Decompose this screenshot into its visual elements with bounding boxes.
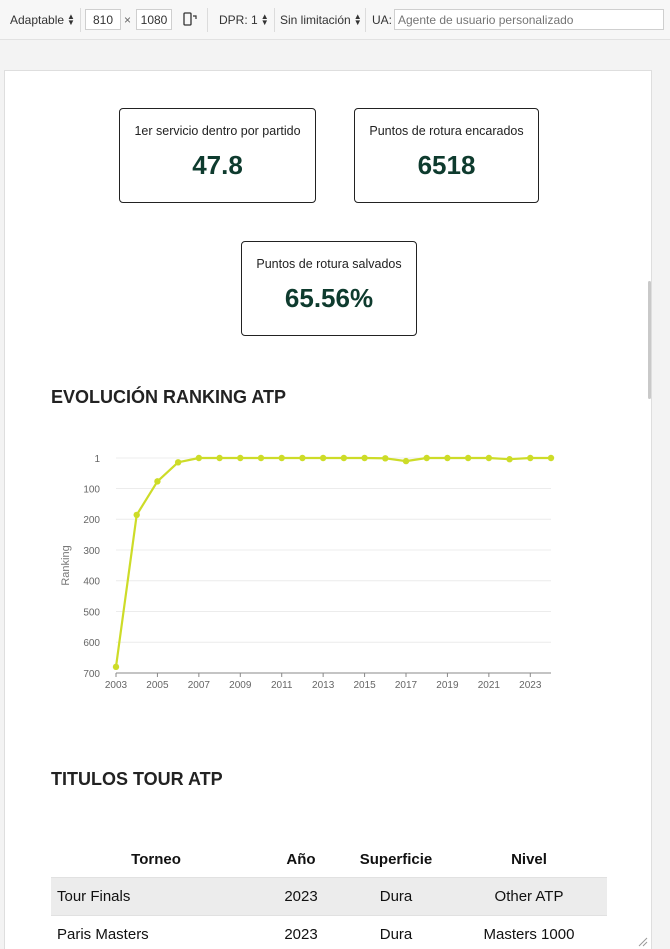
y-tick-label: 400 bbox=[83, 577, 100, 588]
cell-level: Other ATP bbox=[451, 877, 607, 916]
data-point bbox=[506, 456, 513, 463]
stat-label: Puntos de rotura encarados bbox=[369, 124, 524, 138]
x-tick-label: 2023 bbox=[519, 680, 542, 691]
ua-label: UA: bbox=[372, 13, 393, 27]
resize-handle-icon[interactable] bbox=[636, 934, 648, 947]
data-point bbox=[216, 454, 223, 462]
data-point bbox=[340, 454, 348, 462]
column-header-level: Nivel bbox=[511, 850, 547, 868]
data-point bbox=[319, 454, 327, 462]
stat-label: 1er servicio dentro por partido bbox=[134, 124, 301, 138]
data-point bbox=[527, 454, 534, 462]
page-viewport: 1er servicio dentro por partido 47.8 Pun… bbox=[4, 70, 652, 949]
x-tick-label: 2017 bbox=[395, 680, 418, 691]
x-tick-label: 2021 bbox=[478, 680, 501, 691]
stat-card-break-points-saved: Puntos de rotura salvados 65.56% bbox=[241, 241, 417, 336]
toolbar-divider bbox=[365, 8, 366, 32]
cell-tournament: Tour Finals bbox=[51, 877, 261, 916]
data-point bbox=[154, 478, 161, 485]
toolbar-divider bbox=[80, 8, 81, 32]
data-point bbox=[133, 511, 140, 519]
titles-table: Torneo Año Superficie Nivel Tour Finals … bbox=[51, 841, 607, 949]
ranking-series-line bbox=[114, 456, 551, 667]
user-agent-input[interactable] bbox=[394, 9, 664, 30]
table-row: Tour Finals 2023 Dura Other ATP bbox=[51, 877, 607, 916]
ranking-line-chart: 1 100 200 300 400 500 600 700 2003 2005 2007 2009 20… bbox=[60, 454, 555, 691]
x-tick-label: 2015 bbox=[353, 680, 376, 691]
data-point bbox=[195, 454, 203, 462]
data-point bbox=[278, 454, 285, 462]
data-point bbox=[547, 454, 555, 462]
x-tick-label: 2003 bbox=[105, 680, 128, 691]
x-tick-label: 2007 bbox=[188, 680, 211, 691]
throttling-select[interactable]: Sin limitación ▲ ▼ bbox=[280, 12, 362, 28]
cell-level: Masters 1000 bbox=[451, 915, 607, 949]
x-tick-label: 2011 bbox=[271, 680, 293, 691]
width-input[interactable]: 810 bbox=[85, 9, 121, 30]
data-point bbox=[423, 454, 430, 462]
data-point bbox=[485, 454, 493, 462]
ranking-section-title: EVOLUCIÓN RANKING ATP bbox=[51, 387, 287, 407]
x-tick-label: 2013 bbox=[312, 680, 335, 691]
table-header-row: Torneo Año Superficie Nivel bbox=[51, 841, 607, 878]
data-point bbox=[444, 454, 451, 462]
height-input[interactable]: 1080 bbox=[136, 9, 172, 30]
y-tick-label: 100 bbox=[83, 484, 100, 495]
y-tick-label: 500 bbox=[83, 607, 100, 618]
data-point bbox=[174, 459, 182, 466]
updown-arrows-icon: ▲ ▼ bbox=[260, 12, 269, 27]
data-point bbox=[402, 457, 410, 465]
times-symbol: × bbox=[124, 13, 132, 27]
toolbar-divider bbox=[274, 8, 275, 32]
y-tick-label: 1 bbox=[94, 454, 100, 465]
device-toolbar: Adaptable ▲ ▼ 810 × 1080 DPR: 1 ▲ ▼ Sin li… bbox=[0, 0, 670, 40]
column-header-surface: Superficie bbox=[359, 850, 433, 868]
stat-value: 6518 bbox=[417, 150, 476, 180]
cell-surface: Dura bbox=[341, 915, 451, 949]
x-tick-label: 2005 bbox=[146, 680, 169, 691]
stat-value: 47.8 bbox=[192, 150, 243, 180]
stat-label: Puntos de rotura salvados bbox=[256, 257, 402, 271]
dpr-label: DPR: 1 bbox=[219, 13, 258, 27]
x-tick-label: 2009 bbox=[229, 680, 252, 691]
table-row: Paris Masters 2023 Dura Masters 1000 bbox=[51, 915, 607, 949]
y-tick-label: 600 bbox=[83, 638, 100, 649]
x-tick-label: 2019 bbox=[436, 680, 459, 691]
vertical-scrollbar[interactable] bbox=[648, 281, 651, 399]
updown-arrows-icon: ▲ ▼ bbox=[353, 12, 362, 27]
throttling-label: Sin limitación bbox=[280, 13, 351, 27]
y-tick-label: 200 bbox=[83, 515, 100, 526]
data-point bbox=[382, 455, 389, 462]
cell-surface: Dura bbox=[341, 877, 451, 916]
y-tick-label: 700 bbox=[83, 669, 100, 680]
data-point bbox=[361, 454, 368, 462]
data-point bbox=[237, 454, 244, 462]
data-point bbox=[299, 454, 306, 462]
column-header-year: Año bbox=[286, 850, 316, 868]
column-header-tournament: Torneo bbox=[131, 850, 181, 868]
device-mode-label: Adaptable bbox=[10, 13, 65, 27]
data-point bbox=[257, 454, 265, 462]
toolbar-divider bbox=[207, 8, 208, 32]
cell-year: 2023 bbox=[261, 915, 341, 949]
data-point bbox=[464, 454, 472, 462]
data-point bbox=[112, 663, 120, 671]
rotate-device-icon[interactable] bbox=[182, 11, 198, 27]
updown-arrows-icon: ▲ ▼ bbox=[67, 12, 75, 27]
dpr-select[interactable]: DPR: 1 ▲ ▼ bbox=[219, 12, 269, 28]
cell-tournament: Paris Masters bbox=[51, 915, 261, 949]
y-tick-label: 300 bbox=[83, 546, 100, 557]
device-mode-select[interactable]: Adaptable ▲ ▼ bbox=[10, 12, 75, 28]
cell-year: 2023 bbox=[261, 877, 341, 916]
stat-value: 65.56% bbox=[284, 283, 374, 313]
stat-card-first-serve: 1er servicio dentro por partido 47.8 bbox=[119, 108, 316, 203]
y-axis-label: Ranking bbox=[60, 545, 72, 585]
stat-card-break-points-faced: Puntos de rotura encarados 6518 bbox=[354, 108, 539, 203]
titles-section-title: TITULOS TOUR ATP bbox=[51, 769, 223, 789]
